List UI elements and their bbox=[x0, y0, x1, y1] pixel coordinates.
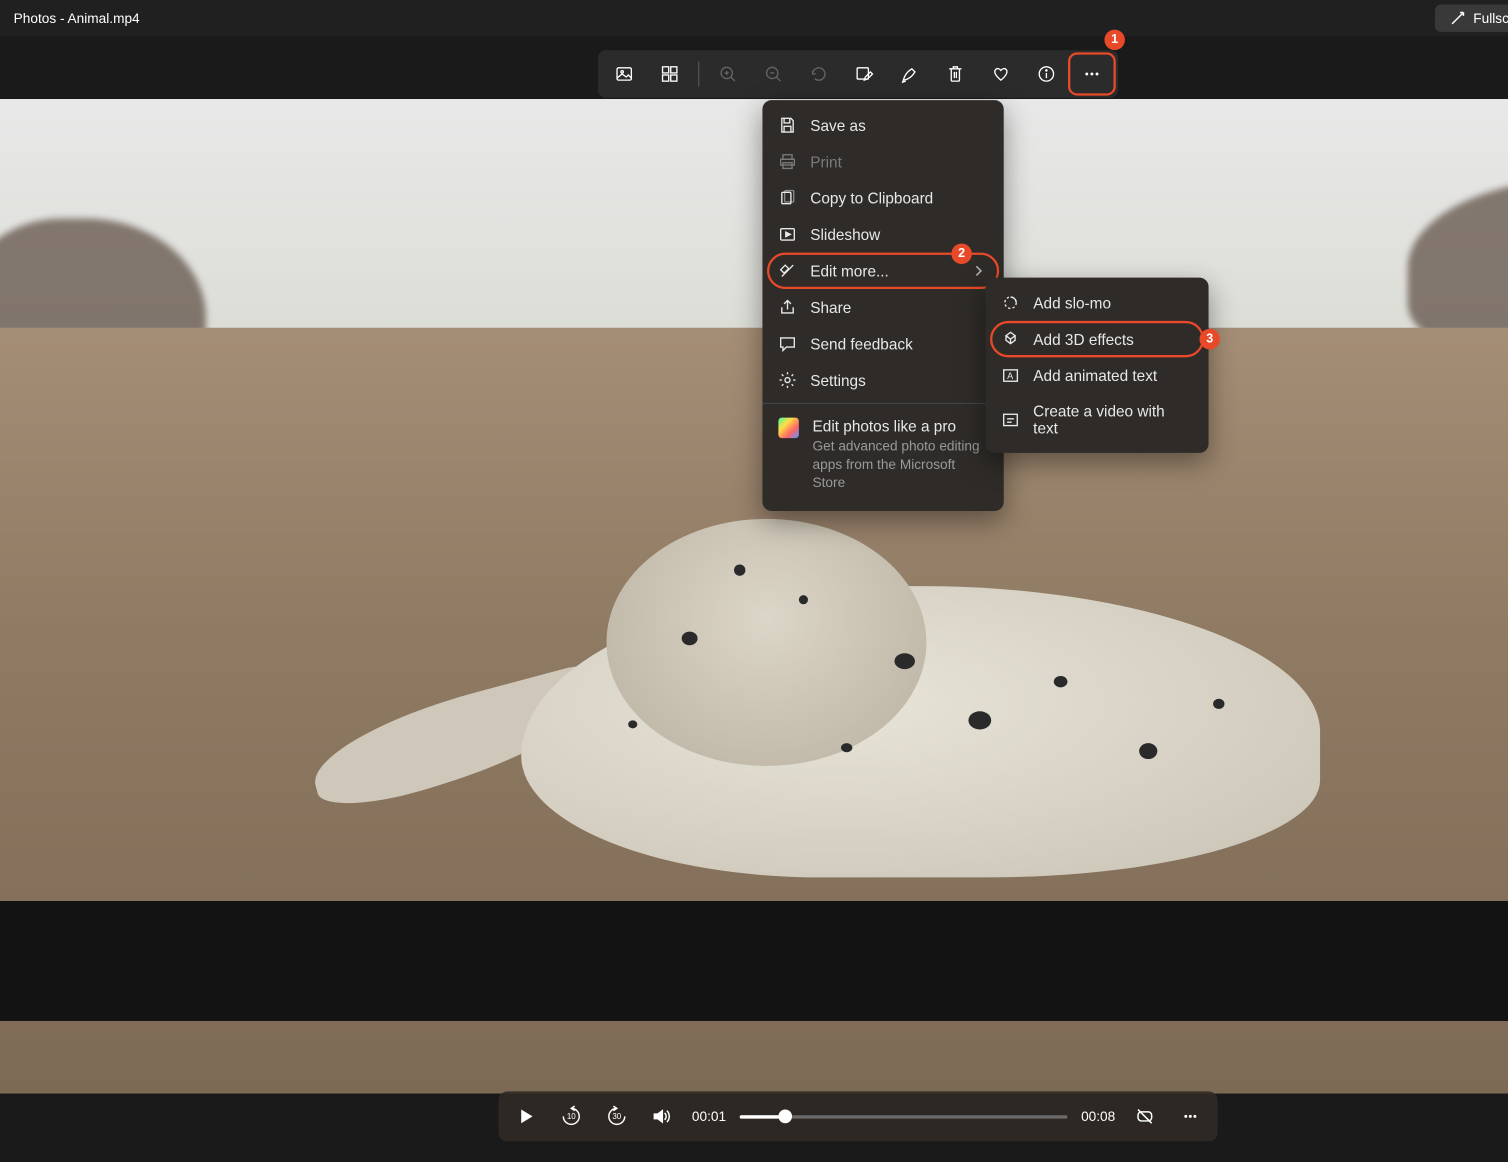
video-player-bar: 10 30 00:01 00:08 bbox=[498, 1091, 1217, 1141]
loop-off-icon bbox=[1135, 1106, 1155, 1126]
view-all-icon bbox=[659, 64, 679, 84]
menu-feedback[interactable]: Send feedback bbox=[762, 325, 1003, 361]
save-icon bbox=[778, 116, 796, 134]
menu-save-as[interactable]: Save as bbox=[762, 107, 1003, 143]
bottom-scrim bbox=[0, 901, 1508, 1021]
skip-back-button[interactable]: 10 bbox=[555, 1100, 587, 1132]
more-button[interactable]: 1 bbox=[1070, 55, 1113, 94]
zoom-out-icon bbox=[763, 64, 783, 84]
skip-back-label: 10 bbox=[567, 1113, 576, 1121]
volume-button[interactable] bbox=[646, 1100, 678, 1132]
submenu-3d-effects[interactable]: Add 3D effects 3 bbox=[992, 323, 1201, 355]
submenu-video-text[interactable]: Create a video with text bbox=[986, 394, 1209, 446]
zoom-out-button[interactable] bbox=[752, 55, 795, 94]
promo-title: Edit photos like a pro bbox=[813, 418, 988, 435]
callout-badge-1: 1 bbox=[1104, 30, 1124, 50]
draw-icon bbox=[900, 64, 920, 84]
menu-settings-label: Settings bbox=[810, 372, 866, 389]
menu-share-label: Share bbox=[810, 299, 851, 316]
delete-icon bbox=[945, 64, 965, 84]
menu-divider bbox=[762, 403, 1003, 404]
gear-icon bbox=[778, 371, 796, 389]
more-icon bbox=[1181, 1107, 1199, 1125]
titlebar: Photos - Animal.mp4 Fullscreen bbox=[0, 0, 1508, 36]
zoom-in-button[interactable] bbox=[706, 55, 749, 94]
menu-print: Print bbox=[762, 143, 1003, 179]
print-icon bbox=[778, 152, 796, 170]
fullscreen-button[interactable]: Fullscreen bbox=[1435, 5, 1508, 32]
menu-settings[interactable]: Settings bbox=[762, 362, 1003, 398]
delete-button[interactable] bbox=[934, 55, 977, 94]
volume-icon bbox=[652, 1106, 672, 1126]
info-icon bbox=[1036, 64, 1056, 84]
submenu-slo-mo[interactable]: Add slo-mo bbox=[986, 285, 1209, 321]
submenu-video-text-label: Create a video with text bbox=[1033, 403, 1192, 437]
submenu-3d-label: Add 3D effects bbox=[1033, 331, 1133, 348]
edit-more-submenu: Add slo-mo Add 3D effects 3 A Add animat… bbox=[986, 278, 1209, 453]
menu-copy-label: Copy to Clipboard bbox=[810, 189, 933, 206]
menu-promo[interactable]: Edit photos like a pro Get advanced phot… bbox=[762, 409, 1003, 504]
toolbar-separator bbox=[698, 61, 699, 86]
menu-share[interactable]: Share bbox=[762, 289, 1003, 325]
menu-print-label: Print bbox=[810, 153, 842, 170]
animated-text-icon: A bbox=[1001, 366, 1019, 384]
edit-image-button[interactable] bbox=[843, 55, 886, 94]
heart-icon bbox=[991, 64, 1011, 84]
view-photo-icon bbox=[614, 64, 634, 84]
feedback-icon bbox=[778, 335, 796, 353]
submenu-slo-mo-label: Add slo-mo bbox=[1033, 294, 1111, 311]
menu-copy[interactable]: Copy to Clipboard bbox=[762, 180, 1003, 216]
player-more-button[interactable] bbox=[1174, 1100, 1206, 1132]
skip-forward-button[interactable]: 30 bbox=[601, 1100, 633, 1132]
rotate-button[interactable] bbox=[797, 55, 840, 94]
view-photo-button[interactable] bbox=[603, 55, 646, 94]
view-all-button[interactable] bbox=[648, 55, 691, 94]
window-title: Photos - Animal.mp4 bbox=[0, 10, 1435, 26]
menu-feedback-label: Send feedback bbox=[810, 335, 913, 352]
zoom-in-icon bbox=[718, 64, 738, 84]
current-time: 00:01 bbox=[692, 1108, 726, 1124]
info-button[interactable] bbox=[1025, 55, 1068, 94]
copy-icon bbox=[778, 189, 796, 207]
edit-more-icon bbox=[778, 262, 796, 280]
callout-badge-3: 3 bbox=[1199, 329, 1219, 349]
draw-button[interactable] bbox=[888, 55, 931, 94]
effects-3d-icon bbox=[1001, 330, 1019, 348]
play-icon bbox=[517, 1107, 535, 1125]
chevron-right-icon bbox=[970, 262, 988, 280]
seek-slider[interactable] bbox=[740, 1115, 1068, 1118]
submenu-animated-text-label: Add animated text bbox=[1033, 367, 1157, 384]
loop-button[interactable] bbox=[1129, 1100, 1161, 1132]
edit-image-icon bbox=[854, 64, 874, 84]
top-toolbar: 1 bbox=[598, 50, 1118, 98]
menu-edit-more[interactable]: Edit more... 2 bbox=[769, 255, 997, 287]
skip-forward-label: 30 bbox=[612, 1113, 621, 1121]
submenu-animated-text[interactable]: A Add animated text bbox=[986, 357, 1209, 393]
share-icon bbox=[778, 298, 796, 316]
store-icon bbox=[778, 418, 798, 438]
rotate-icon bbox=[809, 64, 829, 84]
menu-save-as-label: Save as bbox=[810, 117, 866, 134]
seek-thumb[interactable] bbox=[779, 1110, 793, 1124]
more-menu: Save as Print Copy to Clipboard Slidesho… bbox=[762, 100, 1003, 510]
favorite-button[interactable] bbox=[979, 55, 1022, 94]
callout-badge-2: 2 bbox=[951, 244, 971, 264]
svg-text:A: A bbox=[1007, 371, 1014, 381]
fullscreen-label: Fullscreen bbox=[1473, 10, 1508, 26]
slideshow-icon bbox=[778, 225, 796, 243]
more-icon bbox=[1082, 64, 1102, 84]
duration-time: 00:08 bbox=[1081, 1108, 1115, 1124]
menu-edit-more-label: Edit more... bbox=[810, 262, 889, 279]
menu-slideshow-label: Slideshow bbox=[810, 226, 880, 243]
promo-desc: Get advanced photo editing apps from the… bbox=[813, 437, 988, 492]
slo-mo-icon bbox=[1001, 294, 1019, 312]
fullscreen-icon bbox=[1448, 9, 1466, 27]
play-button[interactable] bbox=[510, 1100, 542, 1132]
video-text-icon bbox=[1001, 411, 1019, 429]
